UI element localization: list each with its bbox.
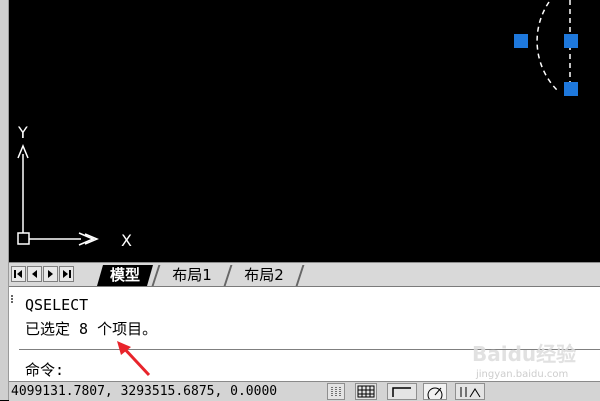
tab-model[interactable]: 模型 — [97, 265, 153, 286]
tab-next-button[interactable] — [43, 266, 58, 282]
window-left-edge — [0, 0, 9, 400]
first-tab-icon — [14, 270, 22, 278]
grip-bottom[interactable] — [564, 82, 578, 96]
polar-icon — [427, 387, 443, 399]
prev-tab-icon — [32, 270, 37, 278]
tab-first-button[interactable] — [11, 266, 26, 282]
command-history-line: QSELECT — [25, 296, 89, 314]
grip-left[interactable] — [514, 34, 528, 48]
command-history-line: 已选定 8 个项目。 — [25, 320, 158, 338]
ortho-icon — [392, 387, 411, 397]
polar-tracking-button[interactable] — [423, 383, 447, 400]
canvas-drawing: Y X — [17, 0, 578, 250]
ucs-x-arrow-2 — [84, 233, 99, 245]
next-tab-icon — [48, 270, 53, 278]
cursor-coordinates: 4099131.7807, 3293515.6875, 0.0000 — [11, 384, 278, 399]
command-window-grip[interactable] — [11, 295, 19, 303]
ucs-origin-box — [17, 232, 30, 245]
last-tab-icon — [63, 270, 71, 278]
watermark-logo: Baidu经验 — [472, 342, 577, 366]
grid-icon — [357, 385, 375, 398]
snap-icon — [331, 387, 341, 397]
selected-circle-arc — [536, 1, 558, 91]
tab-last-button[interactable] — [59, 266, 74, 282]
tab-layout1[interactable]: 布局1 — [160, 265, 224, 286]
grip-center[interactable] — [564, 34, 578, 48]
autocad-window: Y X 模型 布局1 布局2 QSELECT 已选定 8 个项目。 命令: 40… — [0, 0, 600, 401]
baidu-watermark: Baidu经验 jingyan.baidu.com — [472, 338, 590, 390]
watermark-url: jingyan.baidu.com — [476, 369, 569, 380]
tab-separator — [295, 265, 305, 286]
tab-prev-button[interactable] — [27, 266, 42, 282]
command-prompt-input[interactable]: 命令: — [25, 359, 64, 380]
grid-display-button[interactable] — [355, 383, 377, 400]
ucs-y-label: Y — [17, 123, 28, 142]
snap-mode-button[interactable] — [327, 383, 345, 400]
annotation-arrow-icon — [117, 341, 151, 377]
ucs-x-label: X — [121, 231, 132, 250]
layout-tab-bar: 模型 布局1 布局2 — [9, 262, 600, 287]
tab-layout2[interactable]: 布局2 — [232, 265, 296, 286]
ortho-mode-button[interactable] — [387, 383, 417, 400]
drawing-canvas[interactable]: Y X — [9, 0, 600, 262]
